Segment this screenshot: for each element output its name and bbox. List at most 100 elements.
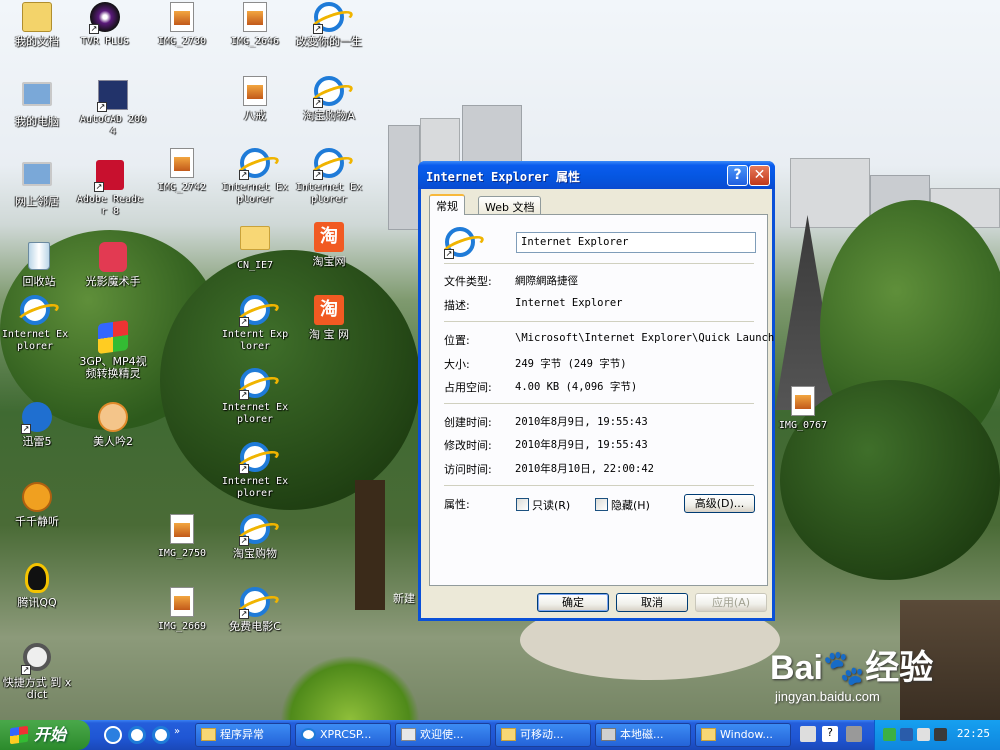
quicklaunch-qq-icon[interactable] — [104, 726, 122, 744]
properties-dialog: Internet Explorer 属性 ? ✕ 常规 Web 文档 ↗ Int… — [418, 161, 775, 621]
volume-icon[interactable] — [934, 728, 947, 741]
tab-panel-general: ↗ Internet Explorer 文件类型: 網際網路捷徑 描述: Int… — [429, 214, 774, 586]
desktop-icon-label: 改变你的一生 — [296, 35, 362, 48]
quicklaunch-ie-icon[interactable] — [128, 726, 146, 744]
ok-button[interactable]: 确定 — [537, 593, 609, 612]
start-label: 开始 — [34, 725, 67, 744]
internet-explorer-icon: ↗ — [239, 295, 271, 327]
start-button[interactable]: 开始 — [0, 720, 90, 750]
readonly-checkbox[interactable] — [516, 498, 529, 511]
desktop-icon-label: 网上邻居 — [15, 195, 59, 208]
desktop-icon-taobao[interactable]: 淘 淘宝网 — [294, 222, 364, 268]
tray-icon[interactable] — [883, 728, 896, 741]
help-button[interactable]: ? — [727, 165, 748, 186]
taskbar-item-welcome[interactable]: 欢迎使... — [395, 723, 491, 747]
network-icon[interactable] — [900, 728, 913, 741]
desktop-icon-label: IMG_0767 — [778, 420, 828, 431]
taskbar-item-windows[interactable]: Window... — [695, 723, 791, 747]
desktop-icon-adobe-reader[interactable]: ↗ Adobe Reader 8 — [75, 160, 145, 218]
desktop-icon-video-converter[interactable]: 3GP、MP4视频转换精灵 — [78, 319, 148, 380]
desktop-icon-img-2646[interactable]: IMG_2646 — [220, 2, 290, 48]
network-places-icon — [21, 162, 53, 194]
folder-icon — [201, 728, 216, 741]
desktop-icon-free-movies[interactable]: ↗ 免费电影C — [220, 587, 290, 633]
close-icon[interactable]: ✕ — [749, 165, 770, 186]
desktop-icon-label: IMG_2750 — [157, 548, 207, 559]
taskbar-item-xprcsp[interactable]: XPRCSP... — [295, 723, 391, 747]
desktop-icon-music-player[interactable]: 千千静听 — [2, 482, 72, 528]
desktop-icon-internet-explorer-1[interactable]: ↗ Internet Explorer — [220, 148, 290, 206]
desktop-icon-img-2669[interactable]: IMG_2669 — [147, 587, 217, 633]
desktop-icon-qq[interactable]: 腾讯QQ — [2, 563, 72, 609]
size-value: 249 字节 (249 字节) — [515, 358, 627, 370]
desktop-icon-internet-explorer-2[interactable]: ↗ Internet Explorer — [294, 148, 364, 206]
desktop-icon-label: 淘 宝 网 — [309, 328, 349, 341]
desktop-icon-img-2750[interactable]: IMG_2750 — [147, 514, 217, 560]
apply-button[interactable]: 应用(A) — [695, 593, 767, 612]
desktop-icon-taobao-shopping-a[interactable]: ↗ 淘宝购物A — [294, 76, 364, 122]
taskbar-item-removable[interactable]: 可移动... — [495, 723, 591, 747]
advanced-button[interactable]: 高级(D)... — [684, 494, 755, 513]
desktop-icon-tvr-plus[interactable]: ↗ TVR PLUS — [70, 2, 140, 48]
desktop-icon-img-0767[interactable]: IMG_0767 — [768, 386, 838, 432]
taskbar-item-local-disk[interactable]: 本地磁... — [595, 723, 691, 747]
desktop-icon-internet-explorer-3[interactable]: Internet Explorer — [0, 295, 70, 353]
disk-size-label: 占用空间: — [444, 381, 492, 394]
taskbar-extra-icon[interactable] — [800, 726, 816, 742]
wallpaper-building — [790, 158, 870, 228]
tab-web-document[interactable]: Web 文档 — [478, 196, 542, 215]
desktop-icon-change-your-life[interactable]: ↗ 改变你的一生 — [294, 2, 364, 48]
thunder-icon: ↗ — [21, 402, 53, 434]
desktop-icon-autocad[interactable]: ↗ AutoCAD 2004 — [78, 80, 148, 138]
quicklaunch-expand-icon[interactable]: » — [174, 726, 184, 744]
help-icon[interactable]: ? — [822, 726, 838, 742]
desktop-icon-img-2730[interactable]: IMG_2730 — [147, 2, 217, 48]
hidden-label[interactable]: 隐藏(H) — [611, 497, 650, 513]
desktop-icon-xdict-shortcut[interactable]: ↗ 快捷方式 到 xdict — [2, 643, 72, 701]
desktop-icon-label: Internet Explorer — [295, 182, 363, 205]
desktop-icon-img-2742[interactable]: IMG_2742 — [147, 148, 217, 194]
folder-icon — [501, 728, 516, 741]
shortcut-name-field[interactable]: Internet Explorer — [516, 232, 756, 253]
hidden-checkbox[interactable] — [595, 498, 608, 511]
desktop-icon-label: AutoCAD 2004 — [79, 114, 147, 137]
desktop-icon-internt-explorer[interactable]: ↗ Internt Explorer — [220, 295, 290, 353]
desktop-icon-label: 迅雷5 — [22, 435, 52, 448]
modified-label: 修改时间: — [444, 439, 492, 452]
documents-folder-icon — [21, 2, 53, 34]
desktop-icon-game[interactable]: 美人吟2 — [78, 402, 148, 448]
desktop-icon-recycle-bin[interactable]: 回收站 — [4, 242, 74, 288]
cancel-button[interactable]: 取消 — [616, 593, 688, 612]
disk-size-value: 4.00 KB (4,096 字节) — [515, 381, 638, 393]
description-label: 描述: — [444, 299, 470, 312]
taskbar-item-label: 程序异常 — [220, 728, 264, 741]
desktop-icon-photo-editor[interactable]: 光影魔术手 — [78, 242, 148, 288]
created-label: 创建时间: — [444, 416, 492, 429]
desktop-icon-bajie[interactable]: 八戒 — [220, 76, 290, 122]
desktop-icon-new-partial[interactable]: 新建 — [393, 590, 415, 606]
desktop-icon-my-computer[interactable]: 我的电脑 — [2, 80, 72, 128]
location-label: 位置: — [444, 334, 470, 347]
desktop-icon-taobao-2[interactable]: 淘 淘 宝 网 — [294, 295, 364, 341]
readonly-label[interactable]: 只读(R) — [532, 497, 570, 513]
desktop-icon-cn-ie7[interactable]: CN_IE7 — [220, 222, 290, 272]
image-file-icon — [787, 386, 819, 418]
dialog-titlebar[interactable]: Internet Explorer 属性 ? ✕ — [418, 161, 775, 189]
tab-general[interactable]: 常规 — [429, 194, 465, 215]
desktop-icon-thunder[interactable]: ↗ 迅雷5 — [2, 402, 72, 448]
internet-explorer-icon: ↗ — [239, 368, 271, 400]
desktop-icon-network-places[interactable]: 网上邻居 — [2, 160, 72, 208]
taskbar-item-program-error[interactable]: 程序异常 — [195, 723, 291, 747]
tray-icon[interactable] — [917, 728, 930, 741]
desktop-icon-my-documents[interactable]: 我的文档 — [2, 2, 72, 48]
internet-explorer-icon — [19, 295, 51, 327]
taskbar-extra-icon[interactable] — [846, 726, 862, 742]
wallpaper-trunk — [355, 480, 385, 610]
desktop-icon-internet-explorer-5[interactable]: ↗ Internet Explorer — [220, 442, 290, 500]
desktop-icon-taobao-shopping[interactable]: ↗ 淘宝购物 — [220, 514, 290, 560]
clock[interactable]: 22:25 — [957, 727, 990, 740]
quicklaunch-ie-icon[interactable] — [152, 726, 170, 744]
taskbar-item-label: XPRCSP... — [320, 728, 372, 741]
music-player-icon — [21, 482, 53, 514]
desktop-icon-internet-explorer-4[interactable]: ↗ Internet Explorer — [220, 368, 290, 426]
